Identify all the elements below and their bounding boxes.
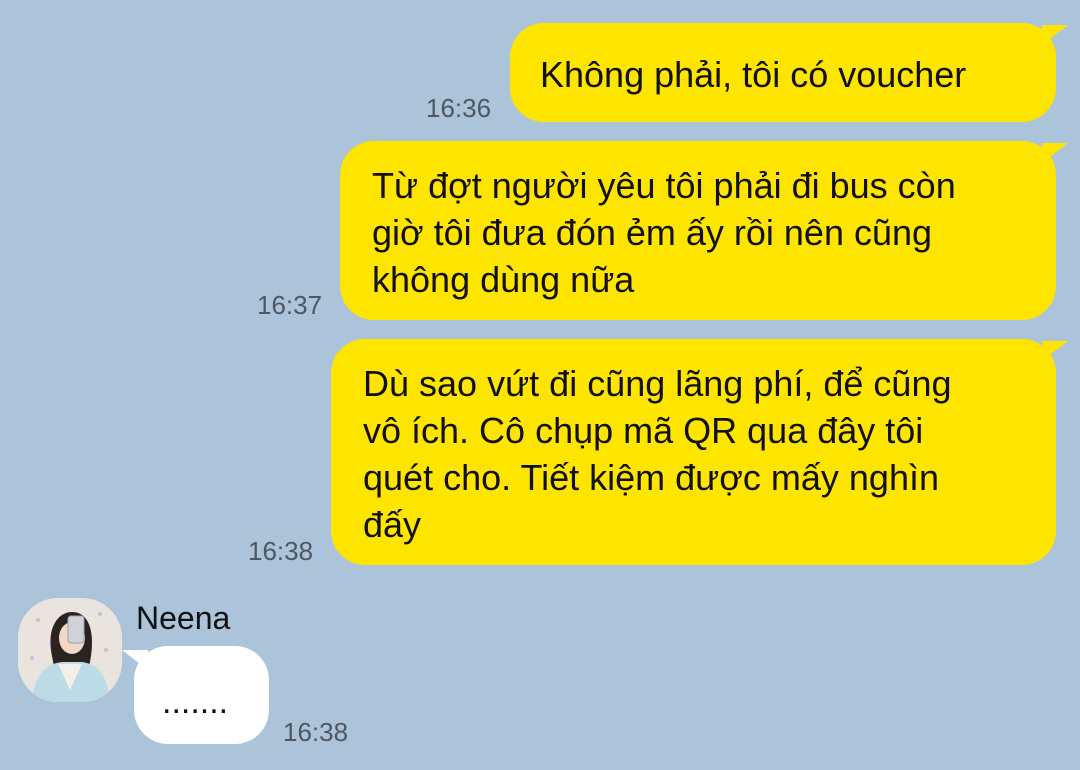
message-line: quét cho. Tiết kiệm được mấy nghìn: [363, 457, 939, 498]
profile-photo-icon[interactable]: [18, 598, 122, 702]
message-line: giờ tôi đưa đón ẻm ấy rồi nên cũng: [372, 212, 933, 253]
message-text: .......: [162, 683, 229, 721]
message-text: Không phải, tôi có voucher: [540, 54, 967, 95]
message-timestamp: 16:38: [248, 536, 314, 566]
outgoing-message-bubble[interactable]: Từ đợt người yêu tôi phải đi bus còn giờ…: [340, 141, 1068, 320]
message-timestamp: 16:37: [257, 290, 323, 320]
message-line: đấy: [363, 504, 422, 545]
message-line: không dùng nữa: [372, 259, 635, 300]
outgoing-message-bubble[interactable]: Dù sao vứt đi cũng lãng phí, để cũng vô …: [331, 339, 1068, 565]
message-line: Dù sao vứt đi cũng lãng phí, để cũng: [363, 363, 952, 404]
message-line: Từ đợt người yêu tôi phải đi bus còn: [372, 165, 956, 206]
message-timestamp: 16:38: [283, 717, 349, 747]
message-line: vô ích. Cô chụp mã QR qua đây tôi: [363, 410, 924, 451]
outgoing-message-bubble[interactable]: Không phải, tôi có voucher: [510, 23, 1068, 122]
incoming-message-bubble[interactable]: .......: [122, 646, 269, 744]
message-timestamp: 16:36: [426, 93, 492, 123]
avatar-image: [18, 598, 122, 702]
chat-thread: Không phải, tôi có voucher 16:36 Từ đợt …: [0, 0, 1080, 770]
sender-name[interactable]: Neena: [136, 598, 230, 638]
